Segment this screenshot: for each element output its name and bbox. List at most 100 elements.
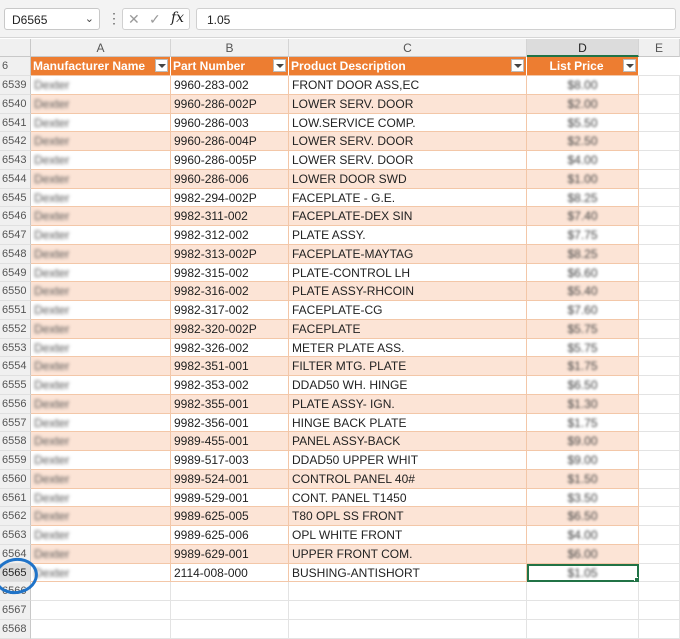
part-number-cell[interactable]: 9982-315-002 — [171, 263, 289, 283]
manufacturer-cell[interactable]: Dexter — [31, 169, 171, 189]
list-price-cell[interactable]: $1.75 — [527, 413, 639, 433]
empty-cell[interactable] — [639, 619, 680, 639]
cell-e[interactable] — [639, 488, 680, 508]
cell-e[interactable] — [639, 113, 680, 133]
list-price-cell[interactable]: $7.75 — [527, 226, 639, 245]
row-header[interactable]: 6541 — [0, 113, 31, 133]
chevron-down-icon[interactable]: ⌄ — [85, 12, 94, 25]
description-cell[interactable]: PLATE-CONTROL LH — [289, 263, 527, 283]
part-number-cell[interactable]: 9982-317-002 — [171, 301, 289, 320]
description-cell[interactable]: FACEPLATE-DEX SIN — [289, 207, 527, 226]
manufacturer-cell[interactable]: Dexter — [31, 488, 171, 508]
list-price-cell[interactable]: $5.75 — [527, 338, 639, 358]
empty-cell[interactable] — [289, 582, 527, 601]
row-header[interactable]: 6552 — [0, 319, 31, 339]
cell-e[interactable] — [639, 226, 680, 245]
part-number-cell[interactable]: 9989-629-001 — [171, 544, 289, 564]
part-number-cell[interactable]: 9982-313-002P — [171, 244, 289, 264]
row-header[interactable]: 6554 — [0, 357, 31, 376]
list-price-cell[interactable]: $8.25 — [527, 188, 639, 208]
cell-e[interactable] — [639, 319, 680, 339]
manufacturer-cell[interactable]: Dexter — [31, 319, 171, 339]
list-price-cell[interactable]: $9.00 — [527, 451, 639, 470]
row-header[interactable]: 6548 — [0, 244, 31, 264]
row-header[interactable]: 6559 — [0, 451, 31, 470]
manufacturer-cell[interactable]: Dexter — [31, 544, 171, 564]
description-cell[interactable]: LOWER DOOR SWD — [289, 169, 527, 189]
more-options-icon[interactable]: ⋮ — [107, 10, 121, 27]
part-number-cell[interactable]: 9982-356-001 — [171, 413, 289, 433]
part-number-cell[interactable]: 9982-355-001 — [171, 394, 289, 414]
cell-e[interactable] — [639, 526, 680, 545]
manufacturer-cell[interactable]: Dexter — [31, 357, 171, 376]
manufacturer-cell[interactable]: Dexter — [31, 226, 171, 245]
row-header[interactable]: 6539 — [0, 76, 31, 95]
part-number-cell[interactable]: 9960-286-002P — [171, 94, 289, 114]
manufacturer-cell[interactable]: Dexter — [31, 432, 171, 451]
header-description[interactable]: Product Description — [289, 57, 527, 76]
description-cell[interactable]: PANEL ASSY-BACK — [289, 432, 527, 451]
list-price-cell[interactable]: $8.25 — [527, 244, 639, 264]
list-price-cell[interactable]: $1.05 — [527, 563, 639, 583]
empty-cell[interactable] — [639, 582, 680, 601]
manufacturer-cell[interactable]: Dexter — [31, 113, 171, 133]
manufacturer-cell[interactable]: Dexter — [31, 151, 171, 170]
row-header[interactable]: 6558 — [0, 432, 31, 451]
check-icon[interactable]: ✓ — [149, 11, 161, 28]
row-header[interactable]: 6 — [0, 57, 31, 76]
row-header[interactable]: 6563 — [0, 526, 31, 545]
cell-e[interactable] — [639, 544, 680, 564]
cell-e[interactable] — [639, 151, 680, 170]
row-header[interactable]: 6549 — [0, 263, 31, 283]
cell-e[interactable] — [639, 432, 680, 451]
row-header[interactable]: 6545 — [0, 188, 31, 208]
empty-cell[interactable] — [171, 601, 289, 620]
cell-e[interactable] — [639, 244, 680, 264]
list-price-cell[interactable]: $3.50 — [527, 488, 639, 508]
row-header[interactable]: 6556 — [0, 394, 31, 414]
description-cell[interactable]: PLATE ASSY- IGN. — [289, 394, 527, 414]
empty-cell[interactable] — [527, 619, 639, 639]
list-price-cell[interactable]: $5.40 — [527, 282, 639, 301]
description-cell[interactable]: PLATE ASSY-RHCOIN — [289, 282, 527, 301]
description-cell[interactable]: DDAD50 UPPER WHIT — [289, 451, 527, 470]
list-price-cell[interactable]: $1.00 — [527, 169, 639, 189]
row-header[interactable]: 6547 — [0, 226, 31, 245]
empty-cell[interactable] — [31, 619, 171, 639]
description-cell[interactable]: FACEPLATE - G.E. — [289, 188, 527, 208]
part-number-cell[interactable]: 9989-625-006 — [171, 526, 289, 545]
description-cell[interactable]: HINGE BACK PLATE — [289, 413, 527, 433]
list-price-cell[interactable]: $5.75 — [527, 319, 639, 339]
manufacturer-cell[interactable]: Dexter — [31, 188, 171, 208]
description-cell[interactable]: DDAD50 WH. HINGE — [289, 376, 527, 395]
header-part-number[interactable]: Part Number — [171, 57, 289, 76]
part-number-cell[interactable]: 9989-529-001 — [171, 488, 289, 508]
description-cell[interactable]: LOW.SERVICE COMP. — [289, 113, 527, 133]
select-all-corner[interactable] — [0, 39, 31, 57]
part-number-cell[interactable]: 9989-517-003 — [171, 451, 289, 470]
row-header[interactable]: 6562 — [0, 507, 31, 526]
list-price-cell[interactable]: $8.00 — [527, 76, 639, 95]
list-price-cell[interactable]: $1.50 — [527, 469, 639, 489]
part-number-cell[interactable]: 9989-524-001 — [171, 469, 289, 489]
part-number-cell[interactable]: 9982-320-002P — [171, 319, 289, 339]
part-number-cell[interactable]: 9989-455-001 — [171, 432, 289, 451]
cell-e[interactable] — [639, 338, 680, 358]
description-cell[interactable]: LOWER SERV. DOOR — [289, 151, 527, 170]
row-header[interactable]: 6553 — [0, 338, 31, 358]
description-cell[interactable]: CONTROL PANEL 40# — [289, 469, 527, 489]
description-cell[interactable]: FILTER MTG. PLATE — [289, 357, 527, 376]
row-header[interactable]: 6561 — [0, 488, 31, 508]
cell-e[interactable] — [639, 207, 680, 226]
filter-dropdown-icon[interactable] — [511, 59, 524, 72]
description-cell[interactable]: FACEPLATE — [289, 319, 527, 339]
filter-dropdown-icon[interactable] — [273, 59, 286, 72]
description-cell[interactable]: BUSHING-ANTISHORT — [289, 563, 527, 583]
manufacturer-cell[interactable]: Dexter — [31, 526, 171, 545]
cell-e[interactable] — [639, 169, 680, 189]
close-icon[interactable]: ✕ — [128, 11, 140, 28]
empty-cell[interactable] — [31, 601, 171, 620]
cell-e[interactable] — [639, 132, 680, 151]
cell-e[interactable] — [639, 376, 680, 395]
manufacturer-cell[interactable]: Dexter — [31, 338, 171, 358]
